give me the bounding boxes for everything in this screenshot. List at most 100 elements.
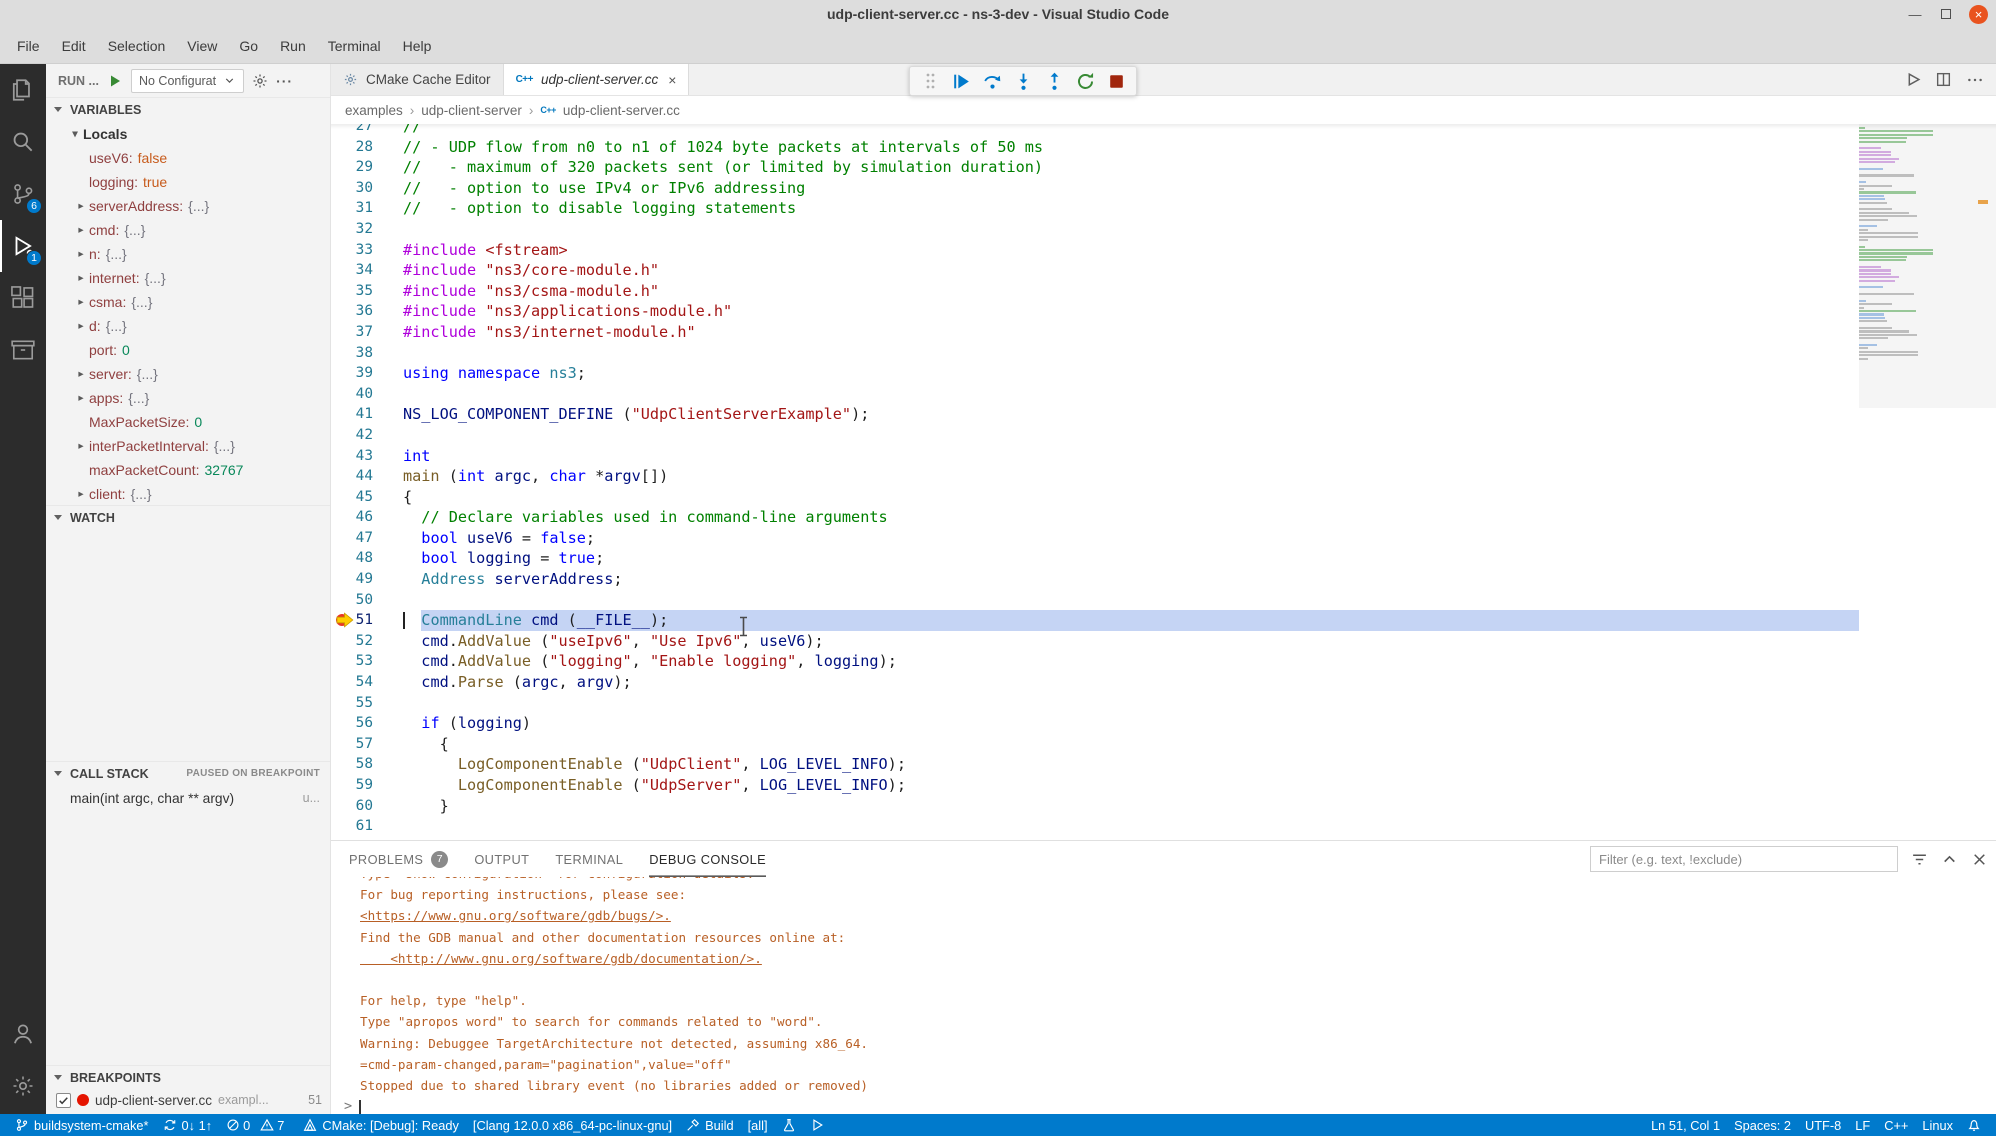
variable-row-apps[interactable]: ▸apps:{...} [46, 386, 330, 410]
stop-icon[interactable] [1105, 70, 1127, 92]
code-text[interactable]: cmd.AddValue ("useIpv6", "Use Ipv6", use… [403, 631, 824, 652]
more-actions-icon[interactable] [1966, 71, 1984, 89]
line-number[interactable]: 28 [331, 137, 403, 158]
line-number[interactable]: 61 [331, 816, 403, 837]
variable-row-MaxPacketSize[interactable]: MaxPacketSize:0 [46, 410, 330, 434]
console-link[interactable]: <https://www.gnu.org/software/gdb/bugs/>… [331, 905, 1996, 926]
line-number[interactable]: 42 [331, 425, 403, 446]
line-number[interactable]: 48 [331, 548, 403, 569]
close-tab-icon[interactable]: × [668, 72, 676, 88]
status-cursor-position[interactable]: Ln 51, Col 1 [1644, 1114, 1727, 1136]
variable-row-maxPacketCount[interactable]: maxPacketCount:32767 [46, 458, 330, 482]
line-number[interactable]: 36 [331, 301, 403, 322]
activity-item-utility-view[interactable] [0, 324, 46, 376]
code-text[interactable]: cmd.AddValue ("logging", "Enable logging… [403, 651, 897, 672]
toolbar-grip-icon[interactable] [919, 70, 941, 92]
line-number[interactable]: 44 [331, 466, 403, 487]
minimize-icon[interactable]: — [1907, 8, 1923, 21]
code-text[interactable]: bool logging = true; [403, 548, 604, 569]
line-number[interactable]: 43 [331, 446, 403, 467]
variable-row-client[interactable]: ▸client:{...} [46, 482, 330, 506]
variable-row-cmd[interactable]: ▸cmd:{...} [46, 218, 330, 242]
line-number[interactable]: 47 [331, 528, 403, 549]
activity-item-manage[interactable] [0, 1060, 46, 1112]
code-text[interactable]: { [403, 487, 412, 508]
breakpoint-checkbox[interactable] [56, 1093, 71, 1108]
activity-item-explorer[interactable] [0, 64, 46, 116]
maximize-panel-icon[interactable] [1941, 851, 1958, 868]
code-text[interactable]: int [403, 446, 430, 467]
status-cmake-build[interactable]: Build [679, 1114, 740, 1136]
variable-row-serverAddress[interactable]: ▸serverAddress:{...} [46, 194, 330, 218]
variable-row-logging[interactable]: logging:true [46, 170, 330, 194]
code-editor[interactable]: 27//28// - UDP flow from n0 to n1 of 102… [331, 124, 1996, 840]
line-number[interactable]: 49 [331, 569, 403, 590]
more-actions-icon[interactable]: ··· [276, 73, 293, 89]
debug-console-output[interactable]: Type "show configuration" for configurat… [331, 877, 1996, 1114]
maximize-icon[interactable] [1938, 8, 1954, 21]
code-text[interactable]: { [403, 734, 449, 755]
call-stack-frame[interactable]: main(int argc, char ** argv) u... [46, 786, 330, 810]
line-number[interactable]: 60 [331, 796, 403, 817]
menu-edit[interactable]: Edit [51, 32, 97, 60]
activity-item-extensions[interactable] [0, 272, 46, 324]
variable-row-port[interactable]: port:0 [46, 338, 330, 362]
continue-icon[interactable] [950, 70, 972, 92]
console-input-row[interactable]: > [331, 1096, 1996, 1114]
panel-tab-problems[interactable]: PROBLEMS7 [349, 841, 448, 877]
restart-icon[interactable] [1074, 70, 1096, 92]
status-git-branch[interactable]: buildsystem-cmake* [8, 1114, 156, 1136]
status-indentation[interactable]: Spaces: 2 [1727, 1114, 1798, 1136]
variable-row-internet[interactable]: ▸internet:{...} [46, 266, 330, 290]
menu-terminal[interactable]: Terminal [317, 32, 392, 60]
breadcrumb-item[interactable]: udp-client-server [421, 103, 522, 118]
line-number[interactable]: 39 [331, 363, 403, 384]
run-file-icon[interactable] [1904, 71, 1921, 88]
variable-row-server[interactable]: ▸server:{...} [46, 362, 330, 386]
variables-scope[interactable]: ▾Locals [46, 122, 330, 146]
editor-tab-2[interactable]: C++udp-client-server.cc× [504, 64, 690, 95]
close-panel-icon[interactable] [1971, 851, 1988, 868]
code-text[interactable]: LogComponentEnable ("UdpServer", LOG_LEV… [403, 775, 906, 796]
line-number[interactable]: 59 [331, 775, 403, 796]
line-number[interactable]: 55 [331, 693, 403, 714]
menu-selection[interactable]: Selection [97, 32, 177, 60]
line-number[interactable]: 57 [331, 734, 403, 755]
console-filter-input[interactable] [1590, 846, 1898, 872]
status-launch[interactable] [803, 1114, 831, 1136]
line-number[interactable]: 35 [331, 281, 403, 302]
code-text[interactable]: cmd.Parse (argc, argv); [403, 672, 632, 693]
line-number[interactable]: 52 [331, 631, 403, 652]
menu-file[interactable]: File [6, 32, 51, 60]
line-number[interactable]: 34 [331, 260, 403, 281]
variable-row-d[interactable]: ▸d:{...} [46, 314, 330, 338]
status-os[interactable]: Linux [1915, 1114, 1960, 1136]
breakpoints-section-header[interactable]: BREAKPOINTS [46, 1065, 330, 1089]
start-debugging-icon[interactable] [107, 73, 123, 89]
step-out-icon[interactable] [1043, 70, 1065, 92]
line-number[interactable]: 33 [331, 240, 403, 261]
code-text[interactable]: main (int argc, char *argv[]) [403, 466, 668, 487]
code-text[interactable]: // Declare variables used in command-lin… [403, 507, 888, 528]
close-window-icon[interactable]: × [1969, 5, 1988, 24]
activity-item-search[interactable] [0, 116, 46, 168]
line-number[interactable]: 32 [331, 219, 403, 240]
line-number[interactable]: 53 [331, 651, 403, 672]
code-text[interactable]: LogComponentEnable ("UdpClient", LOG_LEV… [403, 754, 906, 775]
editor-tab-1[interactable]: CMake Cache Editor [331, 64, 504, 95]
code-text[interactable]: CommandLine cmd (__FILE__); [403, 610, 668, 631]
debug-settings-gear-icon[interactable] [252, 73, 268, 89]
code-text[interactable]: #include "ns3/applications-module.h" [403, 301, 732, 322]
status-language-mode[interactable]: C++ [1877, 1114, 1915, 1136]
variable-row-interPacketInterval[interactable]: ▸interPacketInterval:{...} [46, 434, 330, 458]
code-text[interactable]: // - maximum of 320 packets sent (or lim… [403, 157, 1043, 178]
status-problems[interactable]: 07 [219, 1114, 296, 1136]
variable-row-useV6[interactable]: useV6:false [46, 146, 330, 170]
filter-list-icon[interactable] [1911, 851, 1928, 868]
line-number[interactable]: 50 [331, 590, 403, 611]
code-text[interactable]: bool useV6 = false; [403, 528, 595, 549]
breakpoint-row[interactable]: udp-client-server.cc exampl... 51 [46, 1089, 330, 1111]
code-text[interactable]: } [403, 796, 449, 817]
breadcrumb-item[interactable]: examples [345, 103, 403, 118]
code-text[interactable]: #include "ns3/csma-module.h" [403, 281, 659, 302]
